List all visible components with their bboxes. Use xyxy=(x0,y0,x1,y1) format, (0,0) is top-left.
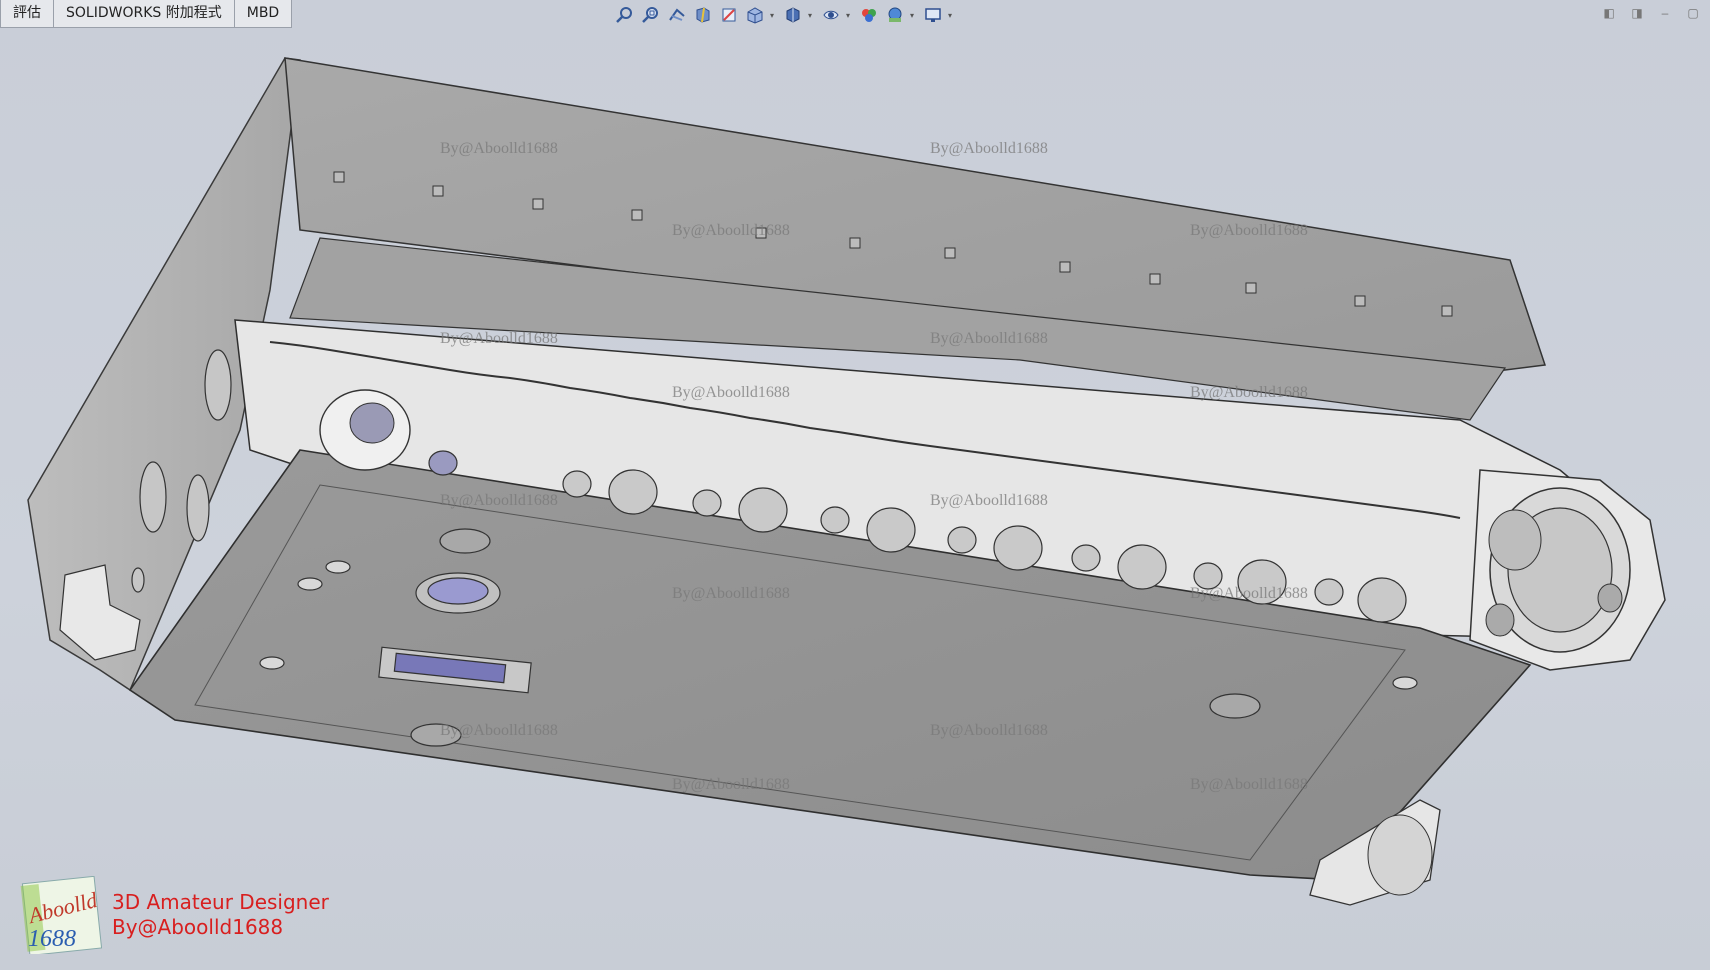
display-style-dropdown-icon[interactable]: ▾ xyxy=(808,11,816,20)
brand-line-2: By@Aboolld1688 xyxy=(112,915,284,939)
previous-view-icon[interactable] xyxy=(666,4,688,26)
apply-scene-icon[interactable] xyxy=(884,4,906,26)
tab-evaluate[interactable]: 評估 xyxy=(0,0,54,28)
hide-show-dropdown-icon[interactable]: ▾ xyxy=(846,11,854,20)
watermark: By@Aboolld1688 xyxy=(1190,776,1308,793)
watermark: By@Aboolld1688 xyxy=(672,222,790,239)
watermark: By@Aboolld1688 xyxy=(672,384,790,401)
watermark: By@Aboolld1688 xyxy=(672,585,790,602)
watermark: By@Aboolld1688 xyxy=(930,492,1048,509)
heads-up-view-toolbar: ▾ ▾ ▾ ▾ ▾ xyxy=(614,4,956,26)
edit-appearance-icon[interactable] xyxy=(858,4,880,26)
watermark: By@Aboolld1688 xyxy=(930,722,1048,739)
restore-icon[interactable]: ▢ xyxy=(1686,6,1700,20)
view-settings-dropdown-icon[interactable]: ▾ xyxy=(948,11,956,20)
tab-solidworks-addins[interactable]: SOLIDWORKS 附加程式 xyxy=(53,0,235,28)
author-logo: Aboolld 1688 xyxy=(20,875,103,957)
watermark: By@Aboolld1688 xyxy=(440,722,558,739)
minimize-icon[interactable]: – xyxy=(1658,6,1672,20)
watermark: By@Aboolld1688 xyxy=(930,330,1048,347)
watermark: By@Aboolld1688 xyxy=(1190,222,1308,239)
view-orientation-icon[interactable] xyxy=(744,4,766,26)
watermark: By@Aboolld1688 xyxy=(440,492,558,509)
watermark: By@Aboolld1688 xyxy=(440,140,558,157)
watermark: By@Aboolld1688 xyxy=(672,776,790,793)
cylinder-boss xyxy=(319,389,411,471)
watermark: By@Aboolld1688 xyxy=(930,140,1048,157)
watermark: By@Aboolld1688 xyxy=(1190,384,1308,401)
right-gearbox-housing xyxy=(1469,469,1666,671)
tab-mbd[interactable]: MBD xyxy=(233,0,293,28)
hide-show-items-icon[interactable] xyxy=(820,4,842,26)
viewport-split-left-icon[interactable]: ◧ xyxy=(1602,6,1616,20)
view-orientation-dropdown-icon[interactable]: ▾ xyxy=(770,11,778,20)
zoom-to-fit-icon[interactable] xyxy=(614,4,636,26)
viewport-split-right-icon[interactable]: ◨ xyxy=(1630,6,1644,20)
brand-line-1: 3D Amateur Designer xyxy=(112,890,329,914)
author-branding: Aboolld 1688 3D Amateur Designer By@Aboo… xyxy=(20,875,329,957)
graphics-area-3d-model[interactable] xyxy=(0,30,1710,970)
apply-scene-dropdown-icon[interactable]: ▾ xyxy=(910,11,918,20)
svg-text:1688: 1688 xyxy=(28,926,76,952)
watermark: By@Aboolld1688 xyxy=(440,330,558,347)
display-style-icon[interactable] xyxy=(782,4,804,26)
dynamic-annotation-icon[interactable] xyxy=(718,4,740,26)
section-view-icon[interactable] xyxy=(692,4,714,26)
watermark: By@Aboolld1688 xyxy=(1190,585,1308,602)
viewport-window-controls: ◧ ◨ – ▢ xyxy=(1602,6,1700,20)
command-manager-tabs: 評估 SOLIDWORKS 附加程式 MBD xyxy=(0,0,293,28)
zoom-area-icon[interactable] xyxy=(640,4,662,26)
view-settings-icon[interactable] xyxy=(922,4,944,26)
